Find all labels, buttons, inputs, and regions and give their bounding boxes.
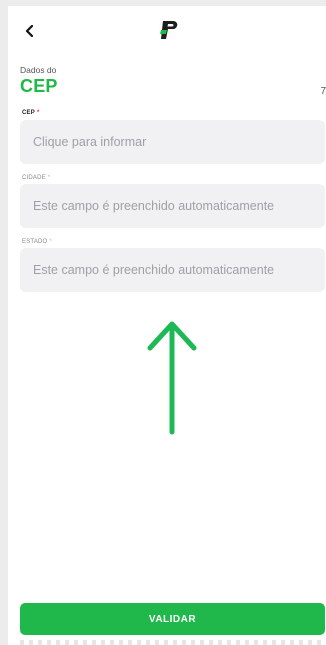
brand-logo-icon — [160, 21, 178, 39]
back-button[interactable] — [20, 20, 40, 42]
top-bar — [8, 6, 326, 58]
cep-placeholder: Clique para informar — [33, 135, 147, 149]
chevron-left-icon — [25, 25, 34, 37]
validate-button[interactable]: VALIDAR — [20, 603, 325, 635]
city-input[interactable]: Este campo é preenchido automaticamente — [20, 184, 325, 228]
cep-label: CEP * — [22, 110, 40, 116]
state-label: ESTADO * — [22, 239, 52, 245]
required-mark: * — [47, 175, 51, 181]
required-mark: * — [49, 239, 52, 245]
arrow-up-icon — [147, 321, 197, 435]
state-input[interactable]: Este campo é preenchido automaticamente — [20, 248, 325, 292]
city-placeholder: Este campo é preenchido automaticamente — [33, 199, 275, 213]
cep-input[interactable]: Clique para informar — [20, 120, 325, 164]
phone-screen: Dados do CEP 7 CEP * Clique para informar… — [8, 6, 326, 645]
keyboard-preview-strip — [20, 640, 325, 645]
state-placeholder: Este campo é preenchido automaticamente — [33, 263, 275, 277]
required-mark: * — [36, 110, 40, 116]
city-label: CIDADE * — [22, 175, 51, 181]
page-subtitle: Dados do — [20, 65, 57, 75]
page-title: CEP — [20, 76, 58, 96]
step-counter: 7 — [320, 86, 326, 97]
